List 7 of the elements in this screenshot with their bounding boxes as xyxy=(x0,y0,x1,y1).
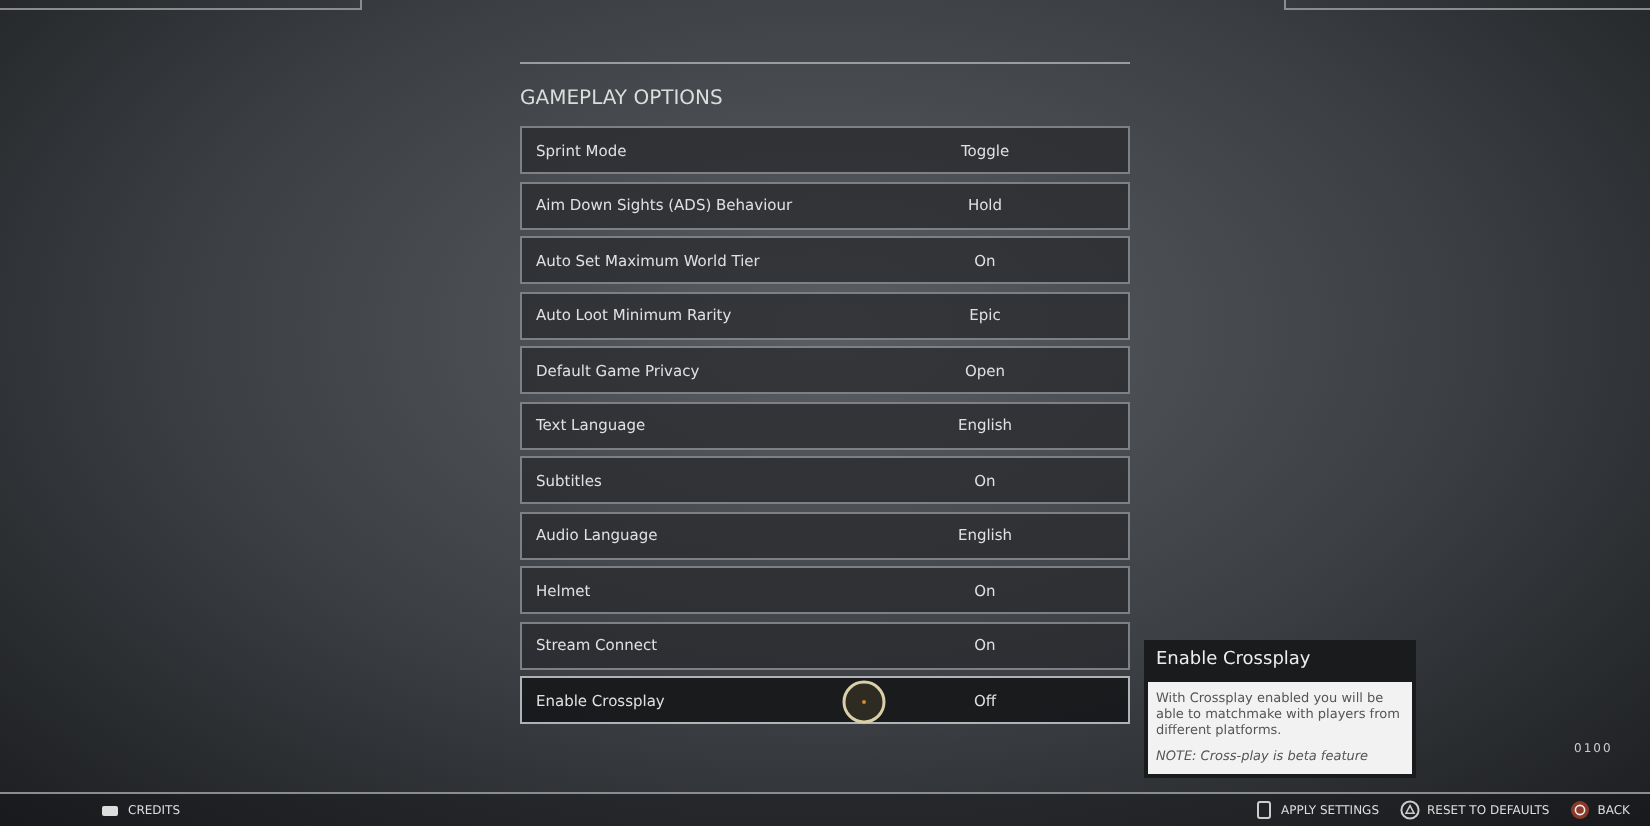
options-button-icon xyxy=(1253,800,1274,820)
touchpad-icon xyxy=(100,800,120,820)
cursor-icon xyxy=(842,680,886,724)
triangle-button-icon xyxy=(1399,800,1420,820)
tooltip-title: Enable Crossplay xyxy=(1154,648,1313,674)
circle-button-icon xyxy=(1569,800,1590,820)
section-title: GAMEPLAY OPTIONS xyxy=(520,88,723,110)
